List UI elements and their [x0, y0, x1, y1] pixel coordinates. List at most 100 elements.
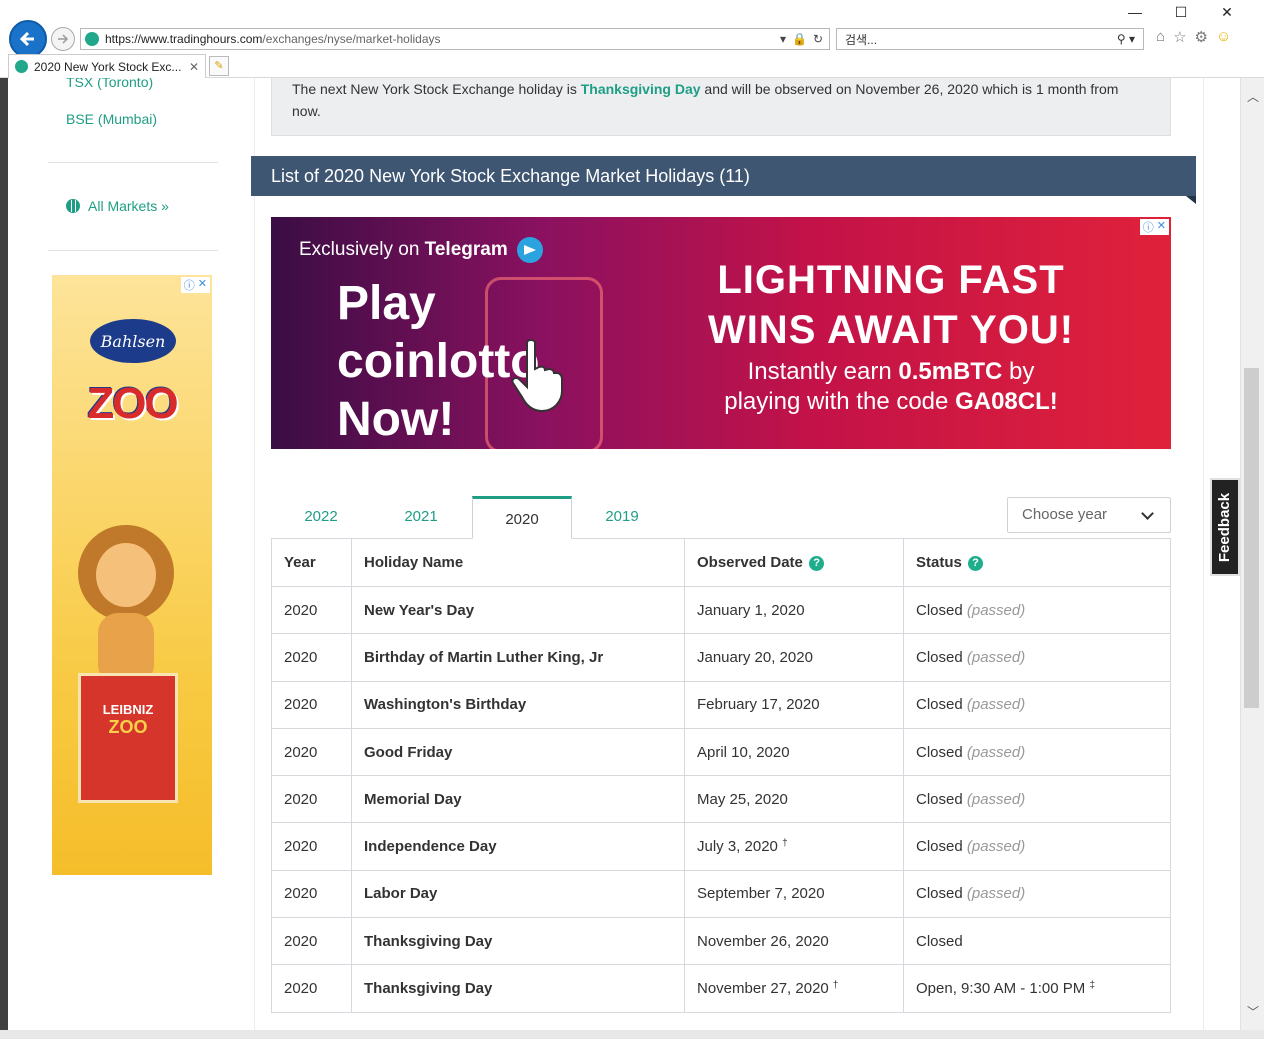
ad-subheadline: Instantly earn 0.5mBTC by playing with t… — [671, 357, 1111, 417]
header-holiday-name: Holiday Name — [351, 538, 685, 587]
minimize-icon[interactable]: — — [1112, 4, 1158, 21]
dropdown-icon[interactable]: ▾ — [780, 32, 786, 46]
pointing-hand-icon — [511, 339, 563, 413]
back-button[interactable] — [9, 20, 47, 58]
ad-headline: LIGHTNING FAST WINS AWAIT YOU! — [671, 255, 1111, 355]
tab-close-icon[interactable]: ✕ — [189, 60, 205, 74]
address-tools: ▾ 🔒 ↻ — [780, 32, 829, 46]
table-row: 2020 Good Friday April 10, 2020 Closed (pa… — [271, 727, 1171, 777]
cell-year: 2020 — [271, 633, 352, 682]
cell-observed-date: April 10, 2020 — [684, 727, 904, 777]
help-icon[interactable]: ? — [968, 555, 984, 571]
scroll-up-icon[interactable]: ︿ — [1241, 88, 1264, 105]
arrow-left-icon — [19, 31, 34, 47]
ad-choices[interactable]: ⓘ ✕ — [1139, 219, 1169, 235]
search-icon[interactable]: ⚲ ▾ — [1117, 32, 1143, 46]
ad-choices[interactable]: ⓘ ✕ — [180, 277, 210, 293]
cell-year: 2020 — [271, 585, 352, 635]
header-status-label: Status — [916, 554, 962, 571]
main-content: The next New York Stock Exchange holiday… — [251, 78, 1204, 1030]
list-title: List of 2020 New York Stock Exchange Mar… — [251, 156, 1196, 204]
cell-observed-date: July 3, 2020 † — [684, 822, 904, 871]
sidebar: TSX (Toronto) BSE (Mumbai) All Markets »… — [8, 78, 248, 1030]
lion-illustration — [78, 525, 174, 685]
date-text: April 10, 2020 — [697, 743, 790, 761]
divider — [48, 250, 218, 251]
cell-year: 2020 — [271, 680, 352, 729]
all-markets-link[interactable]: All Markets » — [66, 198, 169, 214]
status-footnote-mark: ‡ — [1089, 980, 1095, 992]
tab-year-2020[interactable]: 2020 — [472, 496, 572, 539]
table-row: 2020 Birthday of Martin Luther King, Jr Ja… — [271, 633, 1171, 682]
feedback-button[interactable]: Feedback — [1210, 478, 1240, 576]
smiley-icon[interactable]: ☺ — [1216, 28, 1231, 46]
notice-holiday-link[interactable]: Thanksgiving Day — [581, 81, 701, 97]
cell-holiday-name: Thanksgiving Day — [351, 917, 685, 966]
cell-observed-date: February 17, 2020 — [684, 680, 904, 729]
table-row: 2020 Labor Day September 7, 2020 Closed (p… — [271, 869, 1171, 919]
date-text: November 26, 2020 — [697, 932, 829, 950]
header-status: Status ? — [903, 538, 1171, 587]
close-window-icon[interactable]: ✕ — [1204, 4, 1250, 21]
date-footnote-mark: † — [782, 838, 788, 850]
ad-close-icon[interactable]: ✕ — [1157, 219, 1166, 235]
cell-year: 2020 — [271, 822, 352, 871]
refresh-icon[interactable]: ↻ — [813, 32, 823, 46]
lock-icon[interactable]: 🔒 — [792, 32, 807, 46]
ad-close-icon[interactable]: ✕ — [198, 277, 207, 293]
banner-ad[interactable]: ⓘ ✕ Exclusively on Telegram Play coinlot… — [271, 217, 1171, 449]
info-icon[interactable]: ⓘ — [184, 277, 195, 293]
scroll-down-icon[interactable]: ﹀ — [1241, 1003, 1264, 1020]
maximize-icon[interactable]: ☐ — [1158, 4, 1204, 21]
vertical-ad[interactable]: ⓘ ✕ Bahlsen ZOO LEIBNIZ ZOO — [52, 275, 212, 875]
cell-status: Closed (passed) — [903, 727, 1171, 777]
year-tabs: 2022 2021 2020 2019 — [271, 496, 672, 539]
all-markets-label: All Markets » — [88, 198, 169, 214]
sub-prefix: Instantly earn — [747, 358, 892, 385]
search-input[interactable]: 검색... ⚲ ▾ — [836, 28, 1144, 50]
tab-year-2019[interactable]: 2019 — [572, 496, 672, 538]
cell-holiday-name: Independence Day — [351, 822, 685, 871]
address-bar[interactable]: https://www.tradinghours.com/exchanges/n… — [80, 28, 830, 50]
feedback-label: Feedback — [1216, 492, 1234, 562]
forward-button[interactable] — [51, 27, 75, 51]
star-icon[interactable]: ☆ — [1173, 28, 1186, 46]
new-tab-icon[interactable]: ✎ — [209, 56, 229, 76]
table-row: 2020 Thanksgiving Day November 26, 2020 Cl… — [271, 917, 1171, 966]
cell-observed-date: September 7, 2020 — [684, 869, 904, 919]
cell-holiday-name: Thanksgiving Day — [351, 964, 685, 1013]
header-observed-date: Observed Date ? — [684, 538, 904, 587]
date-text: September 7, 2020 — [697, 885, 825, 903]
gear-icon[interactable]: ⚙ — [1195, 28, 1208, 46]
status-text: Closed — [916, 743, 963, 761]
home-icon[interactable]: ⌂ — [1156, 28, 1165, 46]
tab-year-2022[interactable]: 2022 — [271, 496, 371, 538]
holidays-table: Year Holiday Name Observed Date ? Status… — [271, 538, 1171, 1013]
chevron-down-icon — [1141, 507, 1154, 520]
tab-year-2021[interactable]: 2021 — [371, 496, 471, 538]
info-icon[interactable]: ⓘ — [1143, 219, 1154, 235]
help-icon[interactable]: ? — [809, 555, 825, 571]
url-host: https://www.tradinghours.com — [105, 32, 263, 46]
bahlsen-logo: Bahlsen — [90, 319, 176, 363]
cell-status: Closed (passed) — [903, 822, 1171, 871]
browser-tab[interactable]: 2020 New York Stock Exc... ✕ — [8, 54, 206, 78]
zoo-logo: ZOO — [87, 379, 178, 428]
status-note: (passed) — [966, 743, 1026, 761]
headline-line-1: LIGHTNING FAST — [717, 258, 1065, 302]
scroll-thumb[interactable] — [1244, 368, 1259, 708]
scrollbar[interactable]: ︿ ﹀ — [1240, 78, 1264, 1030]
sidebar-link-bse[interactable]: BSE (Mumbai) — [66, 111, 157, 127]
arrow-right-icon — [58, 34, 69, 44]
cell-observed-date: January 20, 2020 — [684, 633, 904, 682]
globe-icon — [66, 199, 80, 213]
cell-year: 2020 — [271, 775, 352, 824]
cell-observed-date: January 1, 2020 — [684, 585, 904, 635]
status-note: (passed) — [966, 601, 1026, 619]
year-select[interactable]: Choose year — [1007, 497, 1171, 533]
status-text: Closed — [916, 601, 963, 619]
tab-title: 2020 New York Stock Exc... — [34, 59, 182, 74]
date-text: November 27, 2020 — [697, 980, 829, 998]
sidebar-link-tsx[interactable]: TSX (Toronto) — [66, 78, 153, 90]
status-text: Closed — [916, 885, 963, 903]
